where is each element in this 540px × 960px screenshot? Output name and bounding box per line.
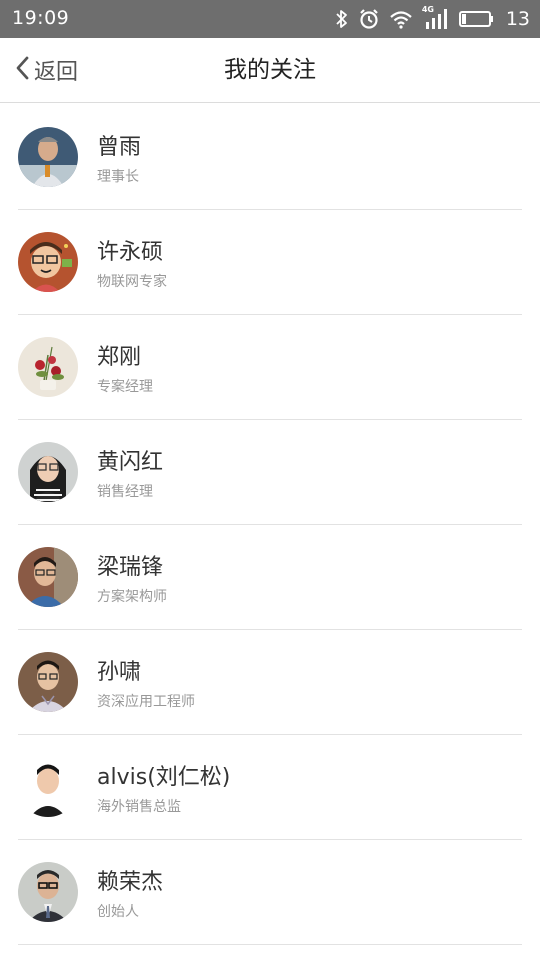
avatar <box>18 337 78 397</box>
bluetooth-icon <box>335 9 349 29</box>
avatar <box>18 127 78 187</box>
back-button[interactable]: 返回 <box>14 38 78 102</box>
chevron-left-icon <box>14 55 30 85</box>
list-item[interactable]: 孙啸 资深应用工程师 <box>18 630 522 735</box>
avatar <box>18 862 78 922</box>
item-title: 方案架构师 <box>97 589 167 605</box>
item-name: 郑刚 <box>97 345 142 370</box>
battery-level: 13 <box>505 8 530 30</box>
status-icons: 4G 13 <box>335 5 530 32</box>
list-item[interactable]: 赖荣杰 创始人 <box>18 840 522 945</box>
list-item[interactable]: 黄闪红 销售经理 <box>18 420 522 525</box>
signal-icon: 4G <box>421 5 450 30</box>
list-item[interactable]: 许永硕 物联网专家 <box>18 210 522 315</box>
list-item[interactable]: 郑刚 专案经理 <box>18 315 522 420</box>
list-item[interactable]: 梁瑞锋 方案架构师 <box>18 525 522 630</box>
list-item[interactable]: alvis(刘仁松) 海外销售总监 <box>18 735 522 840</box>
item-title: 销售经理 <box>97 484 153 500</box>
alarm-icon <box>358 8 380 30</box>
list-item[interactable]: 曾雨 理事长 <box>18 105 522 210</box>
battery-icon <box>458 10 495 28</box>
avatar <box>18 652 78 712</box>
item-title: 物联网专家 <box>97 274 167 290</box>
page-title: 我的关注 <box>224 57 316 83</box>
avatar <box>18 757 78 817</box>
status-bar: 19:09 4G 13 <box>0 0 540 38</box>
item-name: 黄闪红 <box>97 450 164 475</box>
item-name: 许永硕 <box>97 240 164 265</box>
item-name: 梁瑞锋 <box>97 555 164 580</box>
navigation-bar: 返回 我的关注 <box>0 38 540 103</box>
status-time: 19:09 <box>12 7 70 29</box>
item-title: 资深应用工程师 <box>97 694 195 710</box>
avatar <box>18 232 78 292</box>
item-name: 孙啸 <box>97 660 142 685</box>
item-name: 曾雨 <box>97 135 142 160</box>
item-title: 专案经理 <box>97 379 153 395</box>
item-name: 赖荣杰 <box>97 870 164 895</box>
avatar <box>18 442 78 502</box>
following-list: 曾雨 理事长 许永硕 物联网专家 郑刚 专案经理 黄闪红 销售经理 梁瑞锋 方案… <box>18 105 522 945</box>
network-type-label: 4G <box>421 5 434 14</box>
item-title: 创始人 <box>97 904 139 920</box>
item-name: alvis(刘仁松) <box>97 765 231 790</box>
item-title: 理事长 <box>97 169 139 185</box>
item-title: 海外销售总监 <box>97 799 181 815</box>
wifi-icon <box>389 9 413 29</box>
back-label: 返回 <box>34 60 79 85</box>
avatar <box>18 547 78 607</box>
